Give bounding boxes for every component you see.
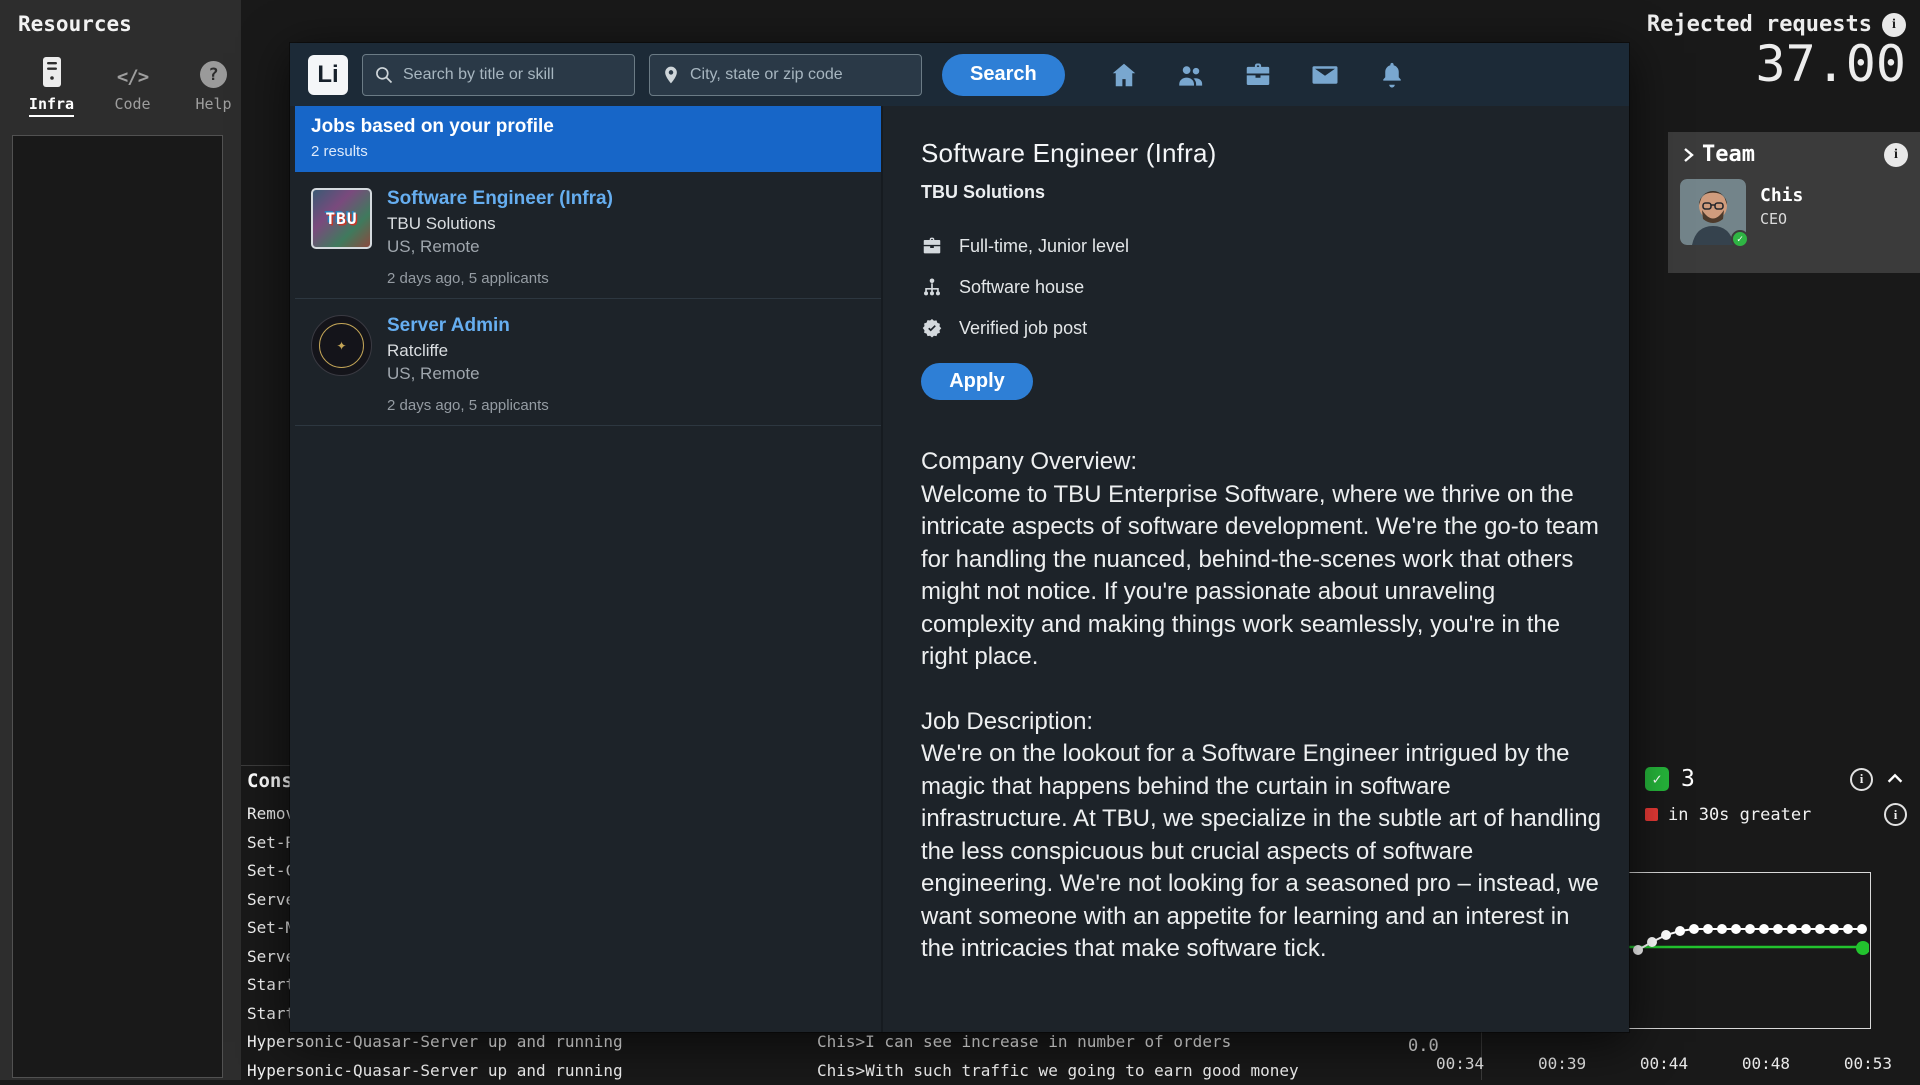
avatar[interactable]: ✓	[1680, 179, 1746, 245]
chart-x-axis: 00:34 00:39 00:44 00:48 00:53	[1436, 1054, 1892, 1073]
server-icon	[39, 52, 65, 88]
attr-text: Software house	[959, 277, 1084, 298]
online-check-badge: ✓	[1731, 230, 1749, 248]
job-list-panel: Jobs based on your profile 2 results TBU…	[295, 106, 883, 1032]
search-button[interactable]: Search	[942, 54, 1065, 96]
company-overview-heading: Company Overview:	[921, 446, 1603, 479]
x-tick: 00:34	[1436, 1054, 1484, 1073]
job-title: Software Engineer (Infra)	[387, 188, 613, 210]
info-icon[interactable]: i	[1850, 768, 1873, 791]
sidebar-tabs: Infra </> Code ? Help	[0, 52, 241, 117]
sidebar-tab-infra[interactable]: Infra	[24, 52, 79, 117]
job-board-body: Jobs based on your profile 2 results TBU…	[290, 106, 1629, 1032]
job-meta: 2 days ago, 5 applicants	[387, 270, 613, 287]
org-structure-icon	[921, 276, 943, 298]
job-attribute-company-type: Software house	[921, 274, 1603, 300]
resources-title: Resources	[0, 0, 241, 36]
job-list-item-server-admin[interactable]: ✦ Server Admin Ratcliffe US, Remote 2 da…	[295, 299, 881, 426]
job-location: US, Remote	[387, 237, 613, 257]
home-icon[interactable]	[1109, 60, 1139, 90]
job-detail-title: Software Engineer (Infra)	[921, 138, 1603, 169]
job-list-item-software-engineer[interactable]: TBU Software Engineer (Infra) TBU Soluti…	[295, 172, 881, 299]
job-company: TBU Solutions	[387, 214, 613, 234]
job-attribute-employment: Full-time, Junior level	[921, 233, 1603, 259]
location-search-field[interactable]	[649, 54, 922, 96]
game-screen: Resources Infra </> Code ? H	[0, 0, 1920, 1080]
sidebar-tab-help[interactable]: ? Help	[186, 52, 241, 117]
rejected-requests-value: 37.00	[1755, 39, 1906, 89]
info-icon[interactable]: i	[1882, 13, 1906, 37]
people-icon[interactable]	[1176, 60, 1206, 90]
sidebar-tab-code-label: Code	[114, 95, 150, 115]
resources-panel	[12, 135, 223, 1078]
info-icon[interactable]: i	[1884, 803, 1907, 826]
sidebar-tab-infra-label: Infra	[29, 95, 74, 117]
title-search-field[interactable]	[362, 54, 635, 96]
x-tick: 00:39	[1538, 1054, 1586, 1073]
member-role: CEO	[1760, 210, 1803, 228]
team-panel: Team i ✓ Chis CEO	[1668, 132, 1920, 273]
monitor-panel-header: ✓ 3 i in 30s greater i	[1645, 766, 1907, 826]
x-tick: 00:48	[1742, 1054, 1790, 1073]
x-tick: 00:44	[1640, 1054, 1688, 1073]
help-icon: ?	[200, 52, 227, 88]
member-name: Chis	[1760, 185, 1803, 206]
chat-panel: Chis>I can see increase in number of ord…	[817, 1028, 1299, 1085]
job-list-count: 2 results	[311, 143, 865, 160]
job-board-window: Li Search	[290, 43, 1629, 1032]
code-icon: </>	[117, 52, 148, 88]
linkedin-logo[interactable]: Li	[308, 55, 348, 95]
chat-message: Chis>With such traffic we going to earn …	[817, 1057, 1299, 1085]
ratcliffe-logo: ✦	[311, 315, 372, 376]
job-description-block: Company Overview: Welcome to TBU Enterpr…	[921, 446, 1603, 966]
alert-condition-label: in 30s greater	[1668, 805, 1811, 825]
alert-legend-swatch	[1645, 808, 1658, 821]
chevron-up-icon[interactable]	[1883, 767, 1907, 791]
team-header: Team i	[1680, 142, 1908, 167]
location-input[interactable]	[690, 66, 910, 84]
job-attribute-verified: Verified job post	[921, 315, 1603, 341]
messages-icon[interactable]	[1310, 60, 1340, 90]
briefcase-icon	[921, 235, 943, 257]
apply-button[interactable]: Apply	[921, 363, 1033, 400]
attr-text: Full-time, Junior level	[959, 236, 1129, 257]
sidebar-tab-code[interactable]: </> Code	[105, 52, 160, 117]
x-tick: 00:53	[1844, 1054, 1892, 1073]
location-pin-icon	[661, 65, 681, 85]
job-attributes: Full-time, Junior level Software	[921, 233, 1603, 341]
briefcase-icon[interactable]	[1243, 60, 1273, 90]
resources-sidebar: Resources Infra </> Code ? H	[0, 0, 241, 1080]
chevron-right-icon[interactable]	[1680, 146, 1696, 164]
search-icon	[374, 65, 394, 85]
job-list-header: Jobs based on your profile 2 results	[295, 106, 881, 172]
job-detail-company: TBU Solutions	[921, 182, 1603, 203]
job-description-text: We're on the lookout for a Software Engi…	[921, 738, 1603, 966]
chart-y-zero-label: 0.0	[1408, 1036, 1439, 1056]
check-icon: ✓	[1645, 767, 1669, 791]
team-member: ✓ Chis CEO	[1680, 179, 1908, 245]
search-input[interactable]	[403, 66, 623, 84]
attr-text: Verified job post	[959, 318, 1087, 339]
job-company: Ratcliffe	[387, 341, 549, 361]
rejected-requests-metric: Rejected requests i 37.00	[1647, 12, 1906, 89]
tbu-logo: TBU	[311, 188, 372, 249]
job-list-title: Jobs based on your profile	[311, 116, 865, 138]
job-title: Server Admin	[387, 315, 549, 337]
sidebar-tab-help-label: Help	[195, 95, 231, 115]
job-detail-panel: Software Engineer (Infra) TBU Solutions …	[883, 106, 1629, 1032]
monitor-ok-count: 3	[1681, 766, 1695, 792]
job-meta: 2 days ago, 5 applicants	[387, 397, 549, 414]
company-overview-text: Welcome to TBU Enterprise Software, wher…	[921, 479, 1603, 674]
verified-icon	[921, 317, 943, 339]
job-description-heading: Job Description:	[921, 706, 1603, 739]
nav-icons	[1109, 60, 1407, 90]
bell-icon[interactable]	[1377, 60, 1407, 90]
rejected-requests-label: Rejected requests	[1647, 12, 1872, 37]
team-title: Team	[1702, 142, 1755, 167]
job-location: US, Remote	[387, 364, 549, 384]
job-board-navbar: Li Search	[290, 43, 1629, 106]
chat-message: Chis>I can see increase in number of ord…	[817, 1028, 1299, 1057]
info-icon[interactable]: i	[1884, 143, 1908, 167]
